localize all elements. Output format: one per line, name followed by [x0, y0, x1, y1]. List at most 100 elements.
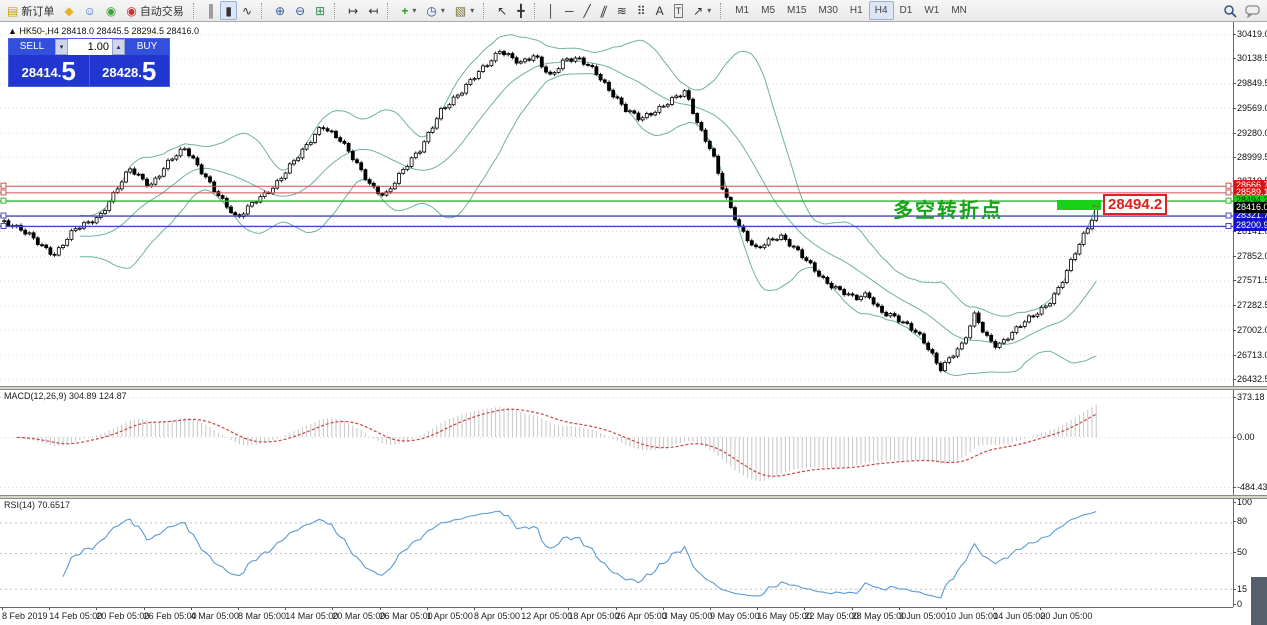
zoom-out-icon: ⊖: [295, 5, 305, 17]
time-tick-label: 18 Apr 05:00: [568, 611, 619, 621]
new-order-button[interactable]: ▤ 新订单: [2, 1, 59, 20]
buy-button[interactable]: BUY: [125, 39, 169, 55]
price-tick-label: 29569.0: [1237, 103, 1267, 113]
time-tick-label: 3 Jun 05:00: [899, 611, 946, 621]
timeframe-m15-button[interactable]: M15: [781, 1, 812, 20]
channel-icon: ∥: [599, 5, 609, 17]
horizontal-line-icon: ─: [565, 5, 574, 17]
candlestick-chart[interactable]: [0, 22, 1233, 386]
template-icon: ▧: [455, 5, 466, 17]
text-tool-button[interactable]: A: [651, 1, 669, 20]
arrows-tool-button[interactable]: ↗▾: [688, 1, 716, 20]
autotrade-button[interactable]: ◉ 自动交易: [121, 1, 188, 20]
search-button[interactable]: [1223, 4, 1237, 18]
timeframe-d1-button[interactable]: D1: [894, 1, 919, 20]
indicators-button[interactable]: +▾: [396, 1, 421, 20]
fibonacci-tool-button[interactable]: ≋: [612, 1, 632, 20]
chevron-down-icon: ▾: [707, 6, 711, 15]
channel-tool-button[interactable]: ∥: [596, 1, 612, 20]
volume-input[interactable]: [68, 39, 112, 55]
horizontal-line-tool-button[interactable]: ─: [560, 1, 579, 20]
cursor-icon: ↖: [497, 5, 507, 17]
chat-icon: [1245, 5, 1261, 18]
volume-increment-button[interactable]: ▴: [112, 39, 125, 55]
line-chart-icon: ∿: [242, 5, 252, 17]
macd-indicator-label: MACD(12,26,9) 304.89 124.87: [4, 391, 127, 401]
vertical-line-tool-button[interactable]: │: [543, 1, 561, 20]
tile-windows-icon: ⊞: [315, 5, 325, 17]
pane-divider[interactable]: [0, 386, 1267, 390]
profiles-button[interactable]: ☺: [79, 1, 101, 20]
timeframe-m30-button[interactable]: M30: [812, 1, 843, 20]
current-price-label: 28416.0: [1234, 202, 1267, 213]
rsi-tick-label: 15: [1237, 584, 1247, 594]
grid-tool-button[interactable]: ⠿: [632, 1, 651, 20]
signals-button[interactable]: ◉: [101, 1, 121, 20]
bar-chart-button[interactable]: ║: [202, 1, 221, 20]
periods-button[interactable]: ◷▾: [421, 1, 450, 20]
time-tick-label: 3 May 05:00: [663, 611, 713, 621]
macd-chart[interactable]: [0, 390, 1233, 495]
search-icon: [1223, 4, 1237, 18]
chart-diamond-icon: ◆: [64, 5, 73, 17]
turning-point-annotation[interactable]: 多空转折点: [893, 194, 1003, 223]
chart-shift-icon: ↤: [368, 5, 378, 17]
spin-down-icon: ▾: [60, 44, 64, 51]
main-toolbar: ▤ 新订单 ◆ ☺ ◉ ◉ 自动交易 ║ ▮ ∿ ⊕ ⊖ ⊞ ↦ ↤ +▾ ◷▾…: [0, 0, 1267, 22]
chevron-down-icon: ▾: [441, 6, 445, 15]
time-tick-label: 10 Jun 05:00: [946, 611, 998, 621]
zoom-in-icon: ⊕: [275, 5, 285, 17]
rsi-chart[interactable]: [0, 498, 1233, 607]
trading-terminal-window: ▤ 新订单 ◆ ☺ ◉ ◉ 自动交易 ║ ▮ ∿ ⊕ ⊖ ⊞ ↦ ↤ +▾ ◷▾…: [0, 0, 1267, 625]
time-tick-label: 14 Jun 05:00: [993, 611, 1045, 621]
spin-up-icon: ▴: [117, 44, 121, 51]
price-tag-label[interactable]: 28494.2: [1103, 194, 1167, 215]
zoom-out-button[interactable]: ⊖: [290, 1, 310, 20]
timeframe-mn-button[interactable]: MN: [945, 1, 973, 20]
templates-button[interactable]: ▧▾: [450, 1, 479, 20]
buy-price[interactable]: 28428.5: [90, 55, 170, 86]
price-axis[interactable]: 30419.030138.529849.529569.029280.028999…: [1233, 22, 1267, 607]
scrollbar-corner[interactable]: [1251, 577, 1267, 625]
price-tick-label: 28999.5: [1237, 152, 1267, 162]
toolbar-separator: [534, 3, 540, 19]
candlestick-chart-button[interactable]: ▮: [220, 1, 237, 20]
timeframe-h4-button[interactable]: H4: [869, 1, 894, 20]
time-tick-label: 9 May 05:00: [710, 611, 760, 621]
timeframe-w1-button[interactable]: W1: [918, 1, 945, 20]
tile-windows-button[interactable]: ⊞: [310, 1, 330, 20]
zoom-in-button[interactable]: ⊕: [270, 1, 290, 20]
new-chart-button[interactable]: ◆: [59, 1, 78, 20]
signal-icon: ◉: [106, 5, 116, 17]
label-tool-button[interactable]: T: [669, 1, 689, 20]
sell-price[interactable]: 28414.5: [9, 55, 90, 86]
rsi-tick-label: 50: [1237, 547, 1247, 557]
timeframe-h1-button[interactable]: H1: [844, 1, 869, 20]
toolbar-separator: [720, 3, 726, 19]
sell-button[interactable]: SELL: [9, 39, 55, 55]
pane-divider[interactable]: [0, 495, 1267, 499]
toolbar-separator: [334, 3, 340, 19]
chat-button[interactable]: [1245, 5, 1261, 18]
rsi-indicator-label: RSI(14) 70.6517: [4, 500, 70, 510]
chart-shift-button[interactable]: ↤: [363, 1, 383, 20]
trendline-tool-button[interactable]: ╱: [579, 1, 596, 20]
timeframe-m5-button[interactable]: M5: [755, 1, 781, 20]
timeframe-m1-button[interactable]: M1: [729, 1, 755, 20]
price-tick-label: 27571.5: [1237, 275, 1267, 285]
price-tick-label: 30419.0: [1237, 29, 1267, 39]
toolbar-separator: [261, 3, 267, 19]
autotrade-icon: ◉: [126, 5, 136, 17]
chart-symbol-ohlc-label: ▲ HK50-,H4 28418.0 28445.5 28294.5 28416…: [8, 26, 199, 36]
time-tick-label: 12 Apr 05:00: [521, 611, 572, 621]
time-tick-label: 26 Feb 05:00: [144, 611, 197, 621]
time-tick-label: 4 Mar 05:00: [191, 611, 239, 621]
cursor-button[interactable]: ↖: [492, 1, 512, 20]
grid-icon: ⠿: [637, 5, 646, 17]
line-chart-button[interactable]: ∿: [237, 1, 257, 20]
volume-decrement-button[interactable]: ▾: [55, 39, 68, 55]
time-axis[interactable]: 8 Feb 201914 Feb 05:0020 Feb 05:0026 Feb…: [0, 607, 1233, 625]
new-order-icon: ▤: [7, 5, 18, 17]
crosshair-button[interactable]: ╋: [512, 1, 529, 20]
auto-scroll-button[interactable]: ↦: [343, 1, 363, 20]
